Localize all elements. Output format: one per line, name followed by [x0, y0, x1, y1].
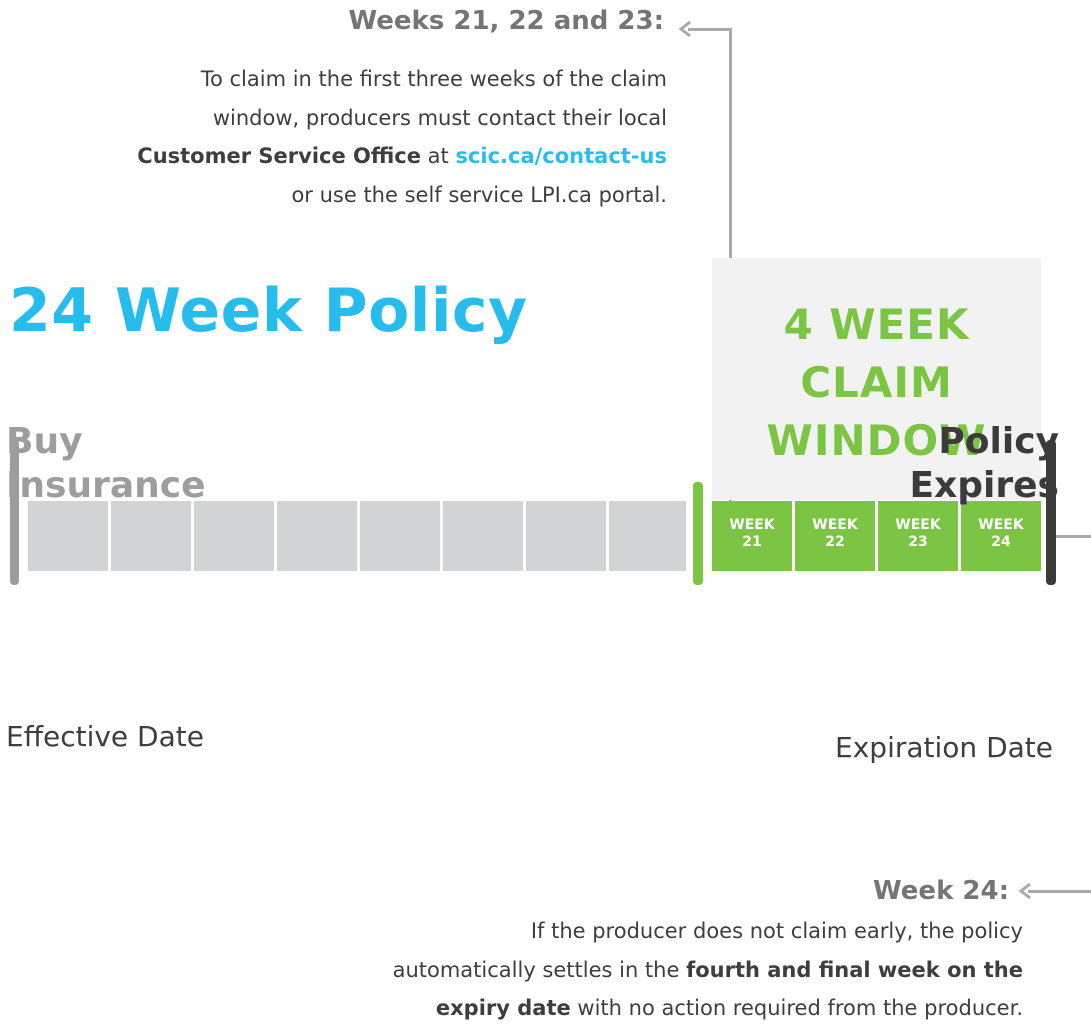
buy-title-line-2: Insurance: [6, 465, 206, 506]
claim-week-21: WEEK 21: [712, 501, 792, 571]
bottom-note-line-1: If the producer does not claim early, th…: [530, 919, 1023, 943]
policy-expires-title: Policy Expires: [809, 420, 1059, 508]
claim-week-word: WEEK: [978, 517, 1024, 533]
claim-window-title-line-1: 4 WEEK: [783, 300, 970, 349]
top-note-line-2: window, producers must contact their loc…: [212, 105, 667, 130]
top-note-text: To claim in the first three weeks of the…: [27, 60, 667, 214]
claim-week-word: WEEK: [812, 517, 858, 533]
timeline-segment: [443, 501, 523, 571]
bottom-note-line-3-plain: with no action required from the produce…: [570, 996, 1023, 1020]
at-word: at: [420, 144, 456, 168]
claim-week-number: 22: [825, 534, 845, 550]
buy-title-line-1: Buy: [6, 421, 83, 462]
expires-title-line-2: Expires: [909, 465, 1059, 506]
policy-title: 24 Week Policy: [9, 276, 528, 346]
timeline-segment: [28, 501, 108, 571]
timeline-segment: [194, 501, 274, 571]
bottom-note-line-3-bold: expiry date: [435, 996, 571, 1020]
claim-week-23: WEEK 23: [878, 501, 958, 571]
claim-window-title-line-2: CLAIM: [800, 358, 953, 407]
claim-week-number: 23: [908, 534, 928, 550]
top-note-heading: Weeks 21, 22 and 23:: [348, 6, 664, 36]
expires-title-line-1: Policy: [938, 421, 1059, 462]
bottom-note-heading: Week 24:: [873, 876, 1009, 906]
claim-start-tick: [693, 482, 703, 585]
claim-week-24: WEEK 24: [961, 501, 1041, 571]
bottom-note-text: If the producer does not claim early, th…: [303, 912, 1023, 1028]
timeline-segment: [360, 501, 440, 571]
claim-week-word: WEEK: [895, 517, 941, 533]
claim-week-number: 21: [742, 534, 762, 550]
timeline-segment: [111, 501, 191, 571]
timeline-segment: [526, 501, 606, 571]
contact-us-link[interactable]: scic.ca/contact-us: [455, 144, 667, 168]
top-arrow-horizontal: [688, 28, 732, 31]
buy-insurance-title: Buy Insurance: [6, 420, 266, 508]
top-note-line-4: or use the self service LPI.ca portal.: [291, 182, 667, 207]
claim-week-number: 24: [991, 534, 1011, 550]
effective-date-label: Effective Date: [6, 720, 204, 753]
timeline-segment: [277, 501, 357, 571]
bottom-note-line-2-bold: fourth and final week on the: [686, 957, 1023, 982]
claim-week-22: WEEK 22: [795, 501, 875, 571]
bottom-arrow-head-icon: [1018, 882, 1031, 900]
top-note-line-1: To claim in the first three weeks of the…: [200, 67, 667, 91]
top-arrow-head-icon: [678, 20, 691, 38]
customer-service-office-label: Customer Service Office: [137, 144, 421, 168]
expiration-date-label: Expiration Date: [835, 731, 1053, 764]
bottom-arrow-horizontal: [1028, 890, 1091, 893]
bottom-note-line-2-plain: automatically settles in the: [392, 957, 687, 982]
timeline-segment: [609, 501, 686, 571]
claim-week-word: WEEK: [729, 517, 775, 533]
bottom-arrow-horizontal-right: [1056, 535, 1091, 538]
